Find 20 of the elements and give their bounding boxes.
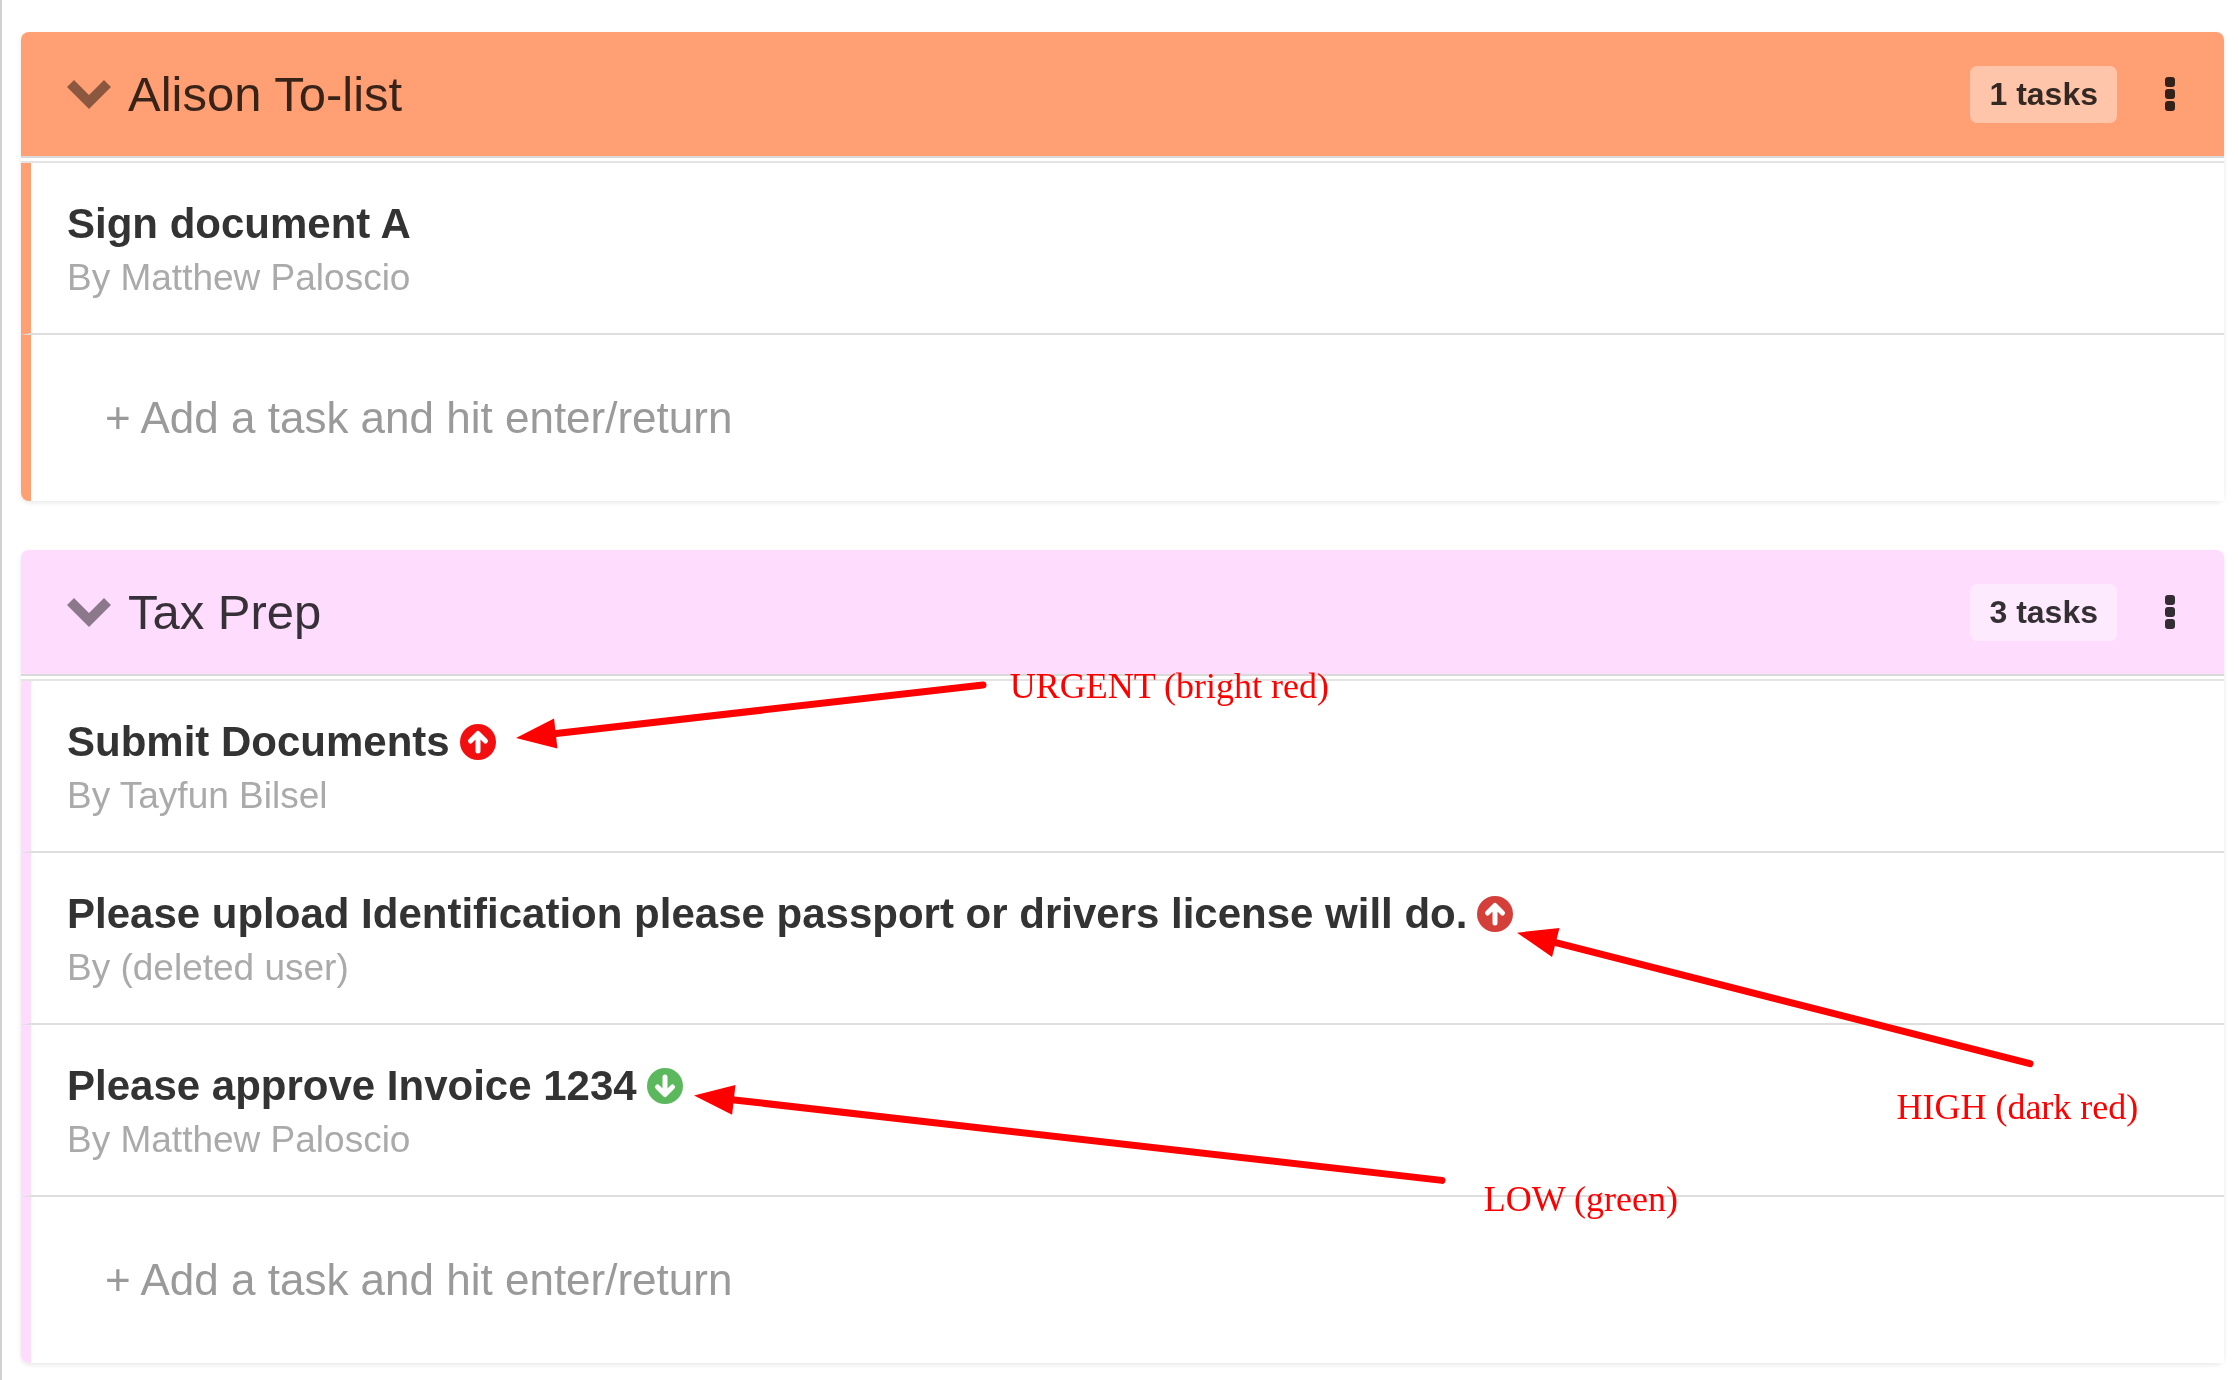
task-title: Sign document A [67, 199, 411, 249]
task-author: By Tayfun Bilsel [67, 774, 328, 818]
task-count-badge: 3 tasks [1970, 583, 2117, 641]
list-title: Tax Prep [128, 584, 322, 641]
task-title: Please upload Identification please passport or drivers license will do. [67, 889, 1468, 939]
annotation-label: HIGH (dark red) [1896, 1087, 2139, 1127]
more-menu-icon[interactable] [2165, 595, 2175, 629]
task-author: By Matthew Paloscio [67, 256, 411, 300]
task-author: By Matthew Paloscio [67, 1118, 411, 1162]
annotation-label: URGENT (bright red) [1009, 666, 1329, 706]
chevron-down-icon[interactable] [67, 79, 111, 109]
more-menu-icon[interactable] [2165, 77, 2175, 111]
task-count-badge: 1 tasks [1970, 65, 2117, 123]
add-task-field[interactable]: + Add a task and hit enter/return [21, 335, 2224, 501]
chevron-down-icon[interactable] [67, 597, 111, 627]
task-row[interactable]: Sign document A By Matthew Paloscio [21, 163, 2224, 335]
task-title: Please approve Invoice 1234 [67, 1061, 637, 1111]
task-title: Submit Documents [67, 717, 450, 767]
list-title: Alison To-list [128, 66, 403, 123]
task-author: By (deleted user) [67, 946, 349, 990]
